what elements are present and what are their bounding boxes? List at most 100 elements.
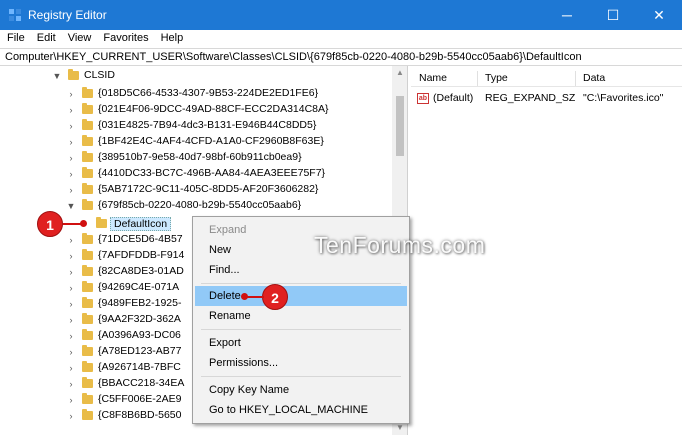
folder-icon bbox=[82, 361, 93, 372]
tree-item[interactable]: › {4410DC33-BC7C-496B-AA84-4AEA3EEE75F7} bbox=[0, 166, 390, 182]
chevron-down-icon[interactable]: ▼ bbox=[52, 68, 62, 84]
menu-separator bbox=[201, 329, 401, 330]
tree-item-label: {679f85cb-0220-4080-b29b-5540cc05aab6} bbox=[98, 199, 302, 211]
address-bar[interactable]: Computer\HKEY_CURRENT_USER\Software\Clas… bbox=[0, 48, 682, 66]
tree-item-expanded[interactable]: ▼ {679f85cb-0220-4080-b29b-5540cc05aab6} bbox=[0, 198, 390, 214]
tree-item-label: DefaultIcon bbox=[110, 217, 172, 231]
tree-item-label: CLSID bbox=[84, 69, 115, 81]
tree-item-label: {9AA2F32D-362A bbox=[98, 313, 181, 325]
tree-item-label: {9489FEB2-1925- bbox=[98, 297, 182, 309]
chevron-right-icon[interactable]: › bbox=[66, 376, 76, 392]
chevron-right-icon[interactable]: › bbox=[66, 328, 76, 344]
menu-bar: File Edit View Favorites Help bbox=[0, 30, 682, 48]
tree-item-label: {031E4825-7B94-4dc3-B131-E946B44C8DD5} bbox=[98, 119, 317, 131]
column-separator[interactable] bbox=[575, 71, 576, 86]
chevron-right-icon[interactable]: › bbox=[66, 312, 76, 328]
folder-icon bbox=[82, 233, 93, 244]
folder-icon bbox=[82, 183, 93, 194]
tree-item-label: {71DCE5D6-4B57 bbox=[98, 233, 183, 245]
chevron-right-icon[interactable]: › bbox=[66, 280, 76, 296]
folder-icon bbox=[82, 151, 93, 162]
column-name[interactable]: Name bbox=[419, 72, 447, 84]
chevron-right-icon[interactable]: › bbox=[66, 296, 76, 312]
tree-item[interactable]: › {389510b7-9e58-40d7-98bf-60b911cb0ea9} bbox=[0, 150, 390, 166]
column-separator[interactable] bbox=[477, 71, 478, 86]
folder-icon bbox=[82, 345, 93, 356]
callout-pointer-dot bbox=[241, 293, 248, 300]
tree-item-label: {C8F8B6BD-5650 bbox=[98, 409, 182, 421]
minimize-button[interactable]: ─ bbox=[544, 0, 590, 30]
close-button[interactable]: ✕ bbox=[636, 0, 682, 30]
folder-icon bbox=[82, 103, 93, 114]
chevron-right-icon[interactable]: › bbox=[66, 182, 76, 198]
folder-icon bbox=[82, 87, 93, 98]
column-data[interactable]: Data bbox=[583, 72, 605, 84]
tree-item-label: {A78ED123-AB77 bbox=[98, 345, 182, 357]
chevron-right-icon[interactable]: › bbox=[66, 360, 76, 376]
folder-icon bbox=[82, 265, 93, 276]
chevron-right-icon[interactable]: › bbox=[66, 118, 76, 134]
folder-icon bbox=[82, 135, 93, 146]
chevron-right-icon[interactable]: › bbox=[66, 392, 76, 408]
menu-favorites[interactable]: Favorites bbox=[96, 30, 153, 48]
tree-item-label: {1BF42E4C-4AF4-4CFD-A1A0-CF2960B8F63E} bbox=[98, 135, 324, 147]
menu-item-export[interactable]: Export bbox=[195, 333, 407, 353]
chevron-right-icon[interactable]: › bbox=[66, 134, 76, 150]
value-row[interactable]: ab (Default) REG_EXPAND_SZ "C:\Favorites… bbox=[411, 91, 682, 107]
tree-item[interactable]: › {5AB7172C-9C11-405C-8DD5-AF20F3606282} bbox=[0, 182, 390, 198]
chevron-right-icon[interactable]: › bbox=[66, 408, 76, 424]
tree-item-label: {C5FF006E-2AE9 bbox=[98, 393, 182, 405]
menu-separator bbox=[201, 283, 401, 284]
tree-item[interactable]: › {031E4825-7B94-4dc3-B131-E946B44C8DD5} bbox=[0, 118, 390, 134]
string-value-icon: ab bbox=[417, 93, 429, 104]
folder-open-icon bbox=[82, 199, 93, 210]
menu-item-permissions[interactable]: Permissions... bbox=[195, 353, 407, 373]
menu-view[interactable]: View bbox=[61, 30, 97, 48]
chevron-right-icon[interactable]: › bbox=[66, 86, 76, 102]
tree-item-clsid[interactable]: ▼ CLSID bbox=[0, 68, 390, 84]
tree-item[interactable]: › {1BF42E4C-4AF4-4CFD-A1A0-CF2960B8F63E} bbox=[0, 134, 390, 150]
folder-open-icon bbox=[68, 69, 79, 80]
chevron-right-icon[interactable]: › bbox=[66, 150, 76, 166]
column-type[interactable]: Type bbox=[485, 72, 508, 84]
menu-item-goto-hklm[interactable]: Go to HKEY_LOCAL_MACHINE bbox=[195, 400, 407, 420]
folder-icon bbox=[82, 377, 93, 388]
tree-item[interactable]: › {021E4F06-9DCC-49AD-88CF-ECC2DA314C8A} bbox=[0, 102, 390, 118]
callout-badge-2: 2 bbox=[262, 284, 288, 310]
maximize-button[interactable]: ☐ bbox=[590, 0, 636, 30]
value-type: REG_EXPAND_SZ bbox=[485, 92, 576, 104]
chevron-right-icon[interactable]: › bbox=[66, 248, 76, 264]
chevron-down-icon[interactable]: ▼ bbox=[66, 198, 76, 214]
menu-item-rename[interactable]: Rename bbox=[195, 306, 407, 326]
value-data: "C:\Favorites.ico" bbox=[583, 92, 664, 104]
folder-icon bbox=[82, 393, 93, 404]
menu-item-copy-key-name[interactable]: Copy Key Name bbox=[195, 380, 407, 400]
menu-file[interactable]: File bbox=[0, 30, 30, 48]
scroll-thumb[interactable] bbox=[396, 96, 404, 156]
tree-item-label: {7AFDFDDB-F914 bbox=[98, 249, 185, 261]
menu-item-delete[interactable]: Delete bbox=[195, 286, 407, 306]
callout-badge-1: 1 bbox=[37, 211, 63, 237]
chevron-right-icon[interactable]: › bbox=[66, 166, 76, 182]
menu-item-find[interactable]: Find... bbox=[195, 260, 407, 280]
registry-editor-icon bbox=[9, 9, 21, 21]
tree-item-label: {389510b7-9e58-40d7-98bf-60b911cb0ea9} bbox=[98, 151, 302, 163]
chevron-right-icon[interactable]: › bbox=[66, 102, 76, 118]
tree-item[interactable]: › {018D5C66-4533-4307-9B53-224DE2ED1FE6} bbox=[0, 86, 390, 102]
menu-separator bbox=[201, 376, 401, 377]
scroll-up-icon[interactable]: ▲ bbox=[392, 66, 407, 80]
chevron-right-icon[interactable]: › bbox=[66, 344, 76, 360]
tree-item-label: {82CA8DE3-01AD bbox=[98, 265, 184, 277]
watermark: TenForums.com bbox=[314, 232, 486, 258]
chevron-right-icon[interactable]: › bbox=[66, 264, 76, 280]
folder-icon bbox=[82, 313, 93, 324]
tree-item-label: {A926714B-7BFC bbox=[98, 361, 181, 373]
chevron-right-icon[interactable]: › bbox=[66, 232, 76, 248]
folder-icon bbox=[96, 217, 107, 228]
window-title: Registry Editor bbox=[28, 8, 107, 22]
folder-icon bbox=[82, 281, 93, 292]
folder-icon bbox=[82, 119, 93, 130]
tree-item-label: {4410DC33-BC7C-496B-AA84-4AEA3EEE75F7} bbox=[98, 167, 326, 179]
menu-edit[interactable]: Edit bbox=[30, 30, 61, 48]
menu-help[interactable]: Help bbox=[154, 30, 189, 48]
